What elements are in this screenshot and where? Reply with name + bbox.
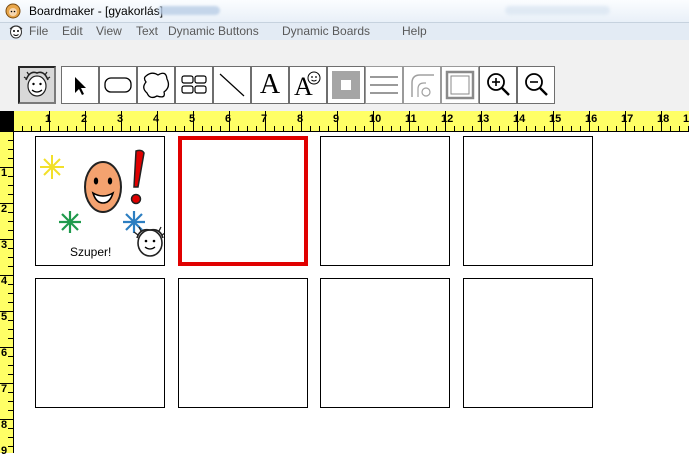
ruler-number: 1 <box>45 113 52 125</box>
button-tool[interactable] <box>99 66 137 104</box>
ruler-number: 2 <box>1 203 8 215</box>
ruler-number: 4 <box>153 113 160 125</box>
horizontal-ruler: 1 2 3 4 5 6 7 8 9 10 11 12 13 14 15 16 1… <box>0 111 689 132</box>
zoom-in-icon <box>487 73 510 96</box>
ruler-number: 4 <box>1 275 8 287</box>
star-icon <box>40 155 64 179</box>
ruler-number: 7 <box>1 383 8 395</box>
toolbar: A A <box>0 40 689 111</box>
corner-tool[interactable] <box>403 66 441 104</box>
board-cell[interactable] <box>320 136 450 266</box>
board-cell[interactable] <box>320 278 450 408</box>
border-tool[interactable] <box>441 66 479 104</box>
menu-dynamic-buttons[interactable]: Dynamic Buttons <box>168 24 259 38</box>
board-cell-selected[interactable] <box>178 136 308 266</box>
ruler-number: 18 <box>657 113 670 125</box>
ruler-number: 17 <box>621 113 634 125</box>
zoom-in-tool[interactable] <box>479 66 517 104</box>
star-icon <box>123 211 145 233</box>
menu-view[interactable]: View <box>96 24 122 38</box>
cell-caption: Szuper! <box>70 245 112 259</box>
pointer-tool[interactable] <box>61 66 99 104</box>
border-icon <box>445 70 475 100</box>
button-sequence-tool[interactable] <box>175 66 213 104</box>
text-icon: A <box>259 69 281 100</box>
vertical-ruler: 1 2 3 4 5 6 7 8 9 <box>0 131 14 457</box>
color-tool[interactable] <box>327 66 365 104</box>
menu-edit[interactable]: Edit <box>62 24 83 38</box>
ruler-number: 6 <box>1 347 8 359</box>
board-cell[interactable] <box>35 278 165 408</box>
menu-file[interactable]: File <box>29 24 48 38</box>
egg-face <box>84 161 122 213</box>
board-cell[interactable] <box>463 136 593 266</box>
ruler-number: 12 <box>441 113 454 125</box>
rounded-corner-icon <box>411 74 434 97</box>
menu-bar: File Edit View Text Dynamic Buttons Dyna… <box>0 22 689 41</box>
color-square-icon <box>332 71 360 99</box>
face-icon <box>133 226 164 257</box>
ruler-number: 3 <box>117 113 124 125</box>
symbol-finder-tool[interactable] <box>18 66 56 104</box>
grid-icon <box>181 75 207 94</box>
freeform-shape-icon <box>143 72 170 99</box>
title-blurred-region <box>158 6 220 15</box>
ruler-number: 5 <box>1 311 8 323</box>
boardmaker-app-icon[interactable] <box>5 3 21 19</box>
title-bar: Boardmaker - [gyakorlás] <box>0 0 689 22</box>
window-title: Boardmaker - [gyakorlás] <box>29 4 164 18</box>
ruler-number: 15 <box>549 113 562 125</box>
symbol-text-tool[interactable]: A <box>289 66 327 104</box>
ruler-number: 14 <box>513 113 526 125</box>
ruler-number: 5 <box>189 113 196 125</box>
face-icon <box>23 71 51 97</box>
menu-text[interactable]: Text <box>136 24 158 38</box>
ruler-number: 10 <box>369 113 382 125</box>
ruler-number: 11 <box>405 113 417 125</box>
exclamation-icon <box>133 149 145 188</box>
ruler-number: 16 <box>585 113 598 125</box>
ruler-number: 9 <box>1 445 8 457</box>
ruler-number: 9 <box>333 113 340 125</box>
ruler-number: 13 <box>477 113 490 125</box>
line-icon <box>219 73 245 97</box>
menu-help[interactable]: Help <box>402 24 427 38</box>
freeform-button-tool[interactable] <box>137 66 175 104</box>
title-blurred-region <box>505 6 610 15</box>
face-icon <box>307 71 321 85</box>
ruler-number: 1 <box>683 113 689 125</box>
star-icon <box>59 211 81 233</box>
rounded-rect-icon <box>104 77 132 93</box>
line-thickness-icon <box>370 76 398 94</box>
board-cell[interactable] <box>178 278 308 408</box>
face-icon[interactable] <box>8 24 24 39</box>
text-tool[interactable]: A <box>251 66 289 104</box>
ruler-number: 1 <box>1 167 8 179</box>
line-thickness-tool[interactable] <box>365 66 403 104</box>
ruler-number: 2 <box>81 113 88 125</box>
ruler-number: 6 <box>225 113 232 125</box>
line-tool[interactable] <box>213 66 251 104</box>
board-cell[interactable] <box>463 278 593 408</box>
ruler-number: 8 <box>297 113 304 125</box>
ruler-ticks <box>0 131 13 447</box>
ruler-number: 3 <box>1 239 8 251</box>
ruler-number: 7 <box>261 113 268 125</box>
zoom-out-icon <box>525 73 548 96</box>
arrow-pointer-icon <box>75 77 86 95</box>
menu-dynamic-boards[interactable]: Dynamic Boards <box>282 24 370 38</box>
zoom-out-tool[interactable] <box>517 66 555 104</box>
board-cell[interactable]: Szuper! <box>35 136 165 266</box>
ruler-number: 8 <box>1 419 8 431</box>
